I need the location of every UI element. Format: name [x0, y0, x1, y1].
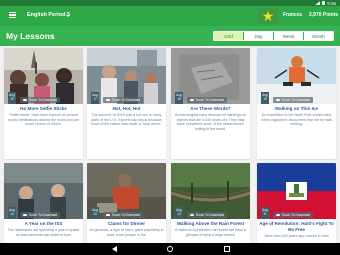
cloud-download-icon	[23, 213, 27, 217]
date-badge: Aug 11	[261, 207, 269, 219]
cloud-download-icon	[190, 213, 194, 217]
download-button[interactable]: Touch To Download	[20, 212, 61, 218]
lesson-card[interactable]: Aug 12 Touch To Download Walking Above th…	[171, 163, 250, 243]
menu-icon[interactable]	[9, 12, 16, 18]
cloud-download-icon	[276, 213, 280, 217]
signal-icon	[315, 1, 321, 5]
lesson-card[interactable]: Aug 15 Touch To Download Walking on Thin …	[257, 48, 336, 159]
page-title: My Lessons	[6, 31, 55, 41]
segment-month[interactable]: Month	[303, 32, 333, 40]
download-button[interactable]: Touch To Download	[273, 97, 314, 103]
lesson-card[interactable]: Aug 19 Touch To Download No More Selfie S…	[4, 48, 83, 159]
recent-apps-icon[interactable]	[224, 246, 230, 252]
cloud-download-icon	[106, 98, 110, 102]
lesson-title: Age of Revolution: Haiti's Fight To Be F…	[259, 221, 334, 232]
download-button[interactable]: Touch To Download	[273, 212, 314, 218]
lesson-title: Hot, Hot, Hot	[112, 106, 141, 111]
date-badge: Aug 13	[91, 207, 99, 219]
segment-week[interactable]: Week	[273, 32, 303, 40]
lessons-toolbar: My Lessons Grid Day Week Month	[0, 26, 340, 46]
points-label: 2,970 Points	[309, 12, 339, 18]
status-time: 9:36	[327, 0, 336, 6]
lesson-description: More than 200 years ago, slaves in Haiti	[264, 234, 329, 238]
segment-grid[interactable]: Grid	[214, 32, 243, 40]
language-label: Frances	[283, 12, 303, 18]
star-badge[interactable]: ★	[258, 8, 278, 24]
lesson-description: Archaeologists have discovered markings …	[174, 113, 247, 131]
star-icon: ★	[261, 8, 275, 24]
lesson-description: An expedition to the North Pole ended ea…	[261, 113, 332, 127]
cloud-download-icon	[276, 98, 280, 102]
app-bar: English Period 5 ★ Frances 2,970 Points	[0, 6, 340, 26]
back-icon[interactable]	[112, 246, 117, 252]
lesson-description: The summer of 2015 was a hot one in many…	[90, 113, 163, 127]
lesson-card[interactable]: Aug 13 Touch To Download Clams for Dinner…	[87, 163, 166, 243]
date-badge: Aug 19	[8, 92, 16, 104]
lesson-card[interactable]: Aug 14 Touch To Download A Year on the IS…	[4, 163, 83, 243]
cloud-download-icon	[23, 98, 27, 102]
date-badge: Aug 15	[261, 92, 269, 104]
date-badge: Aug 14	[8, 207, 16, 219]
lesson-description: Two astronauts are spending a year in sp…	[7, 228, 80, 237]
chevron-down-icon[interactable]	[66, 14, 70, 17]
lesson-title: Walking on Thin Ice	[275, 106, 318, 111]
system-nav-bar	[0, 243, 340, 255]
battery-icon	[322, 0, 326, 6]
class-selector[interactable]: English Period 5	[27, 10, 70, 20]
date-badge: Aug 16	[175, 92, 183, 104]
lessons-grid: Aug 19 Touch To Download No More Selfie S…	[0, 46, 340, 243]
segment-day[interactable]: Day	[243, 32, 273, 40]
date-badge: Aug 17	[91, 92, 99, 104]
date-badge: Aug 12	[175, 207, 183, 219]
view-segmented-control: Grid Day Week Month	[213, 31, 334, 41]
download-button[interactable]: Touch To Download	[20, 97, 61, 103]
download-button[interactable]: Touch To Download	[103, 97, 144, 103]
download-button[interactable]: Touch To Download	[187, 212, 228, 218]
home-icon[interactable]	[167, 246, 173, 252]
lesson-title: A Year on the ISS	[24, 221, 63, 226]
cloud-download-icon	[106, 213, 110, 217]
lesson-description: A visitor to a protected rain forest can…	[174, 228, 247, 237]
lesson-card[interactable]: Aug 17 Touch To Download Hot, Hot, Hot Th…	[87, 48, 166, 159]
lesson-description: As geoduck, a type of clam, gains popula…	[89, 228, 164, 237]
lesson-title: No More Selfie Sticks	[20, 106, 67, 111]
lesson-title: Walking Above the Rain Forest	[176, 221, 245, 226]
lesson-description: "Selfie sticks" have been banned at seve…	[8, 113, 79, 127]
lesson-card[interactable]: Aug 16 Touch To Download Are These Words?…	[171, 48, 250, 159]
lesson-title: Clams for Dinner	[107, 221, 145, 226]
lesson-card[interactable]: Aug 11 Touch To Download Age of Revolutio…	[257, 163, 336, 243]
lesson-title: Are These Words?	[190, 106, 231, 111]
download-button[interactable]: Touch To Download	[103, 212, 144, 218]
cloud-download-icon	[190, 98, 194, 102]
download-button[interactable]: Touch To Download	[187, 97, 228, 103]
